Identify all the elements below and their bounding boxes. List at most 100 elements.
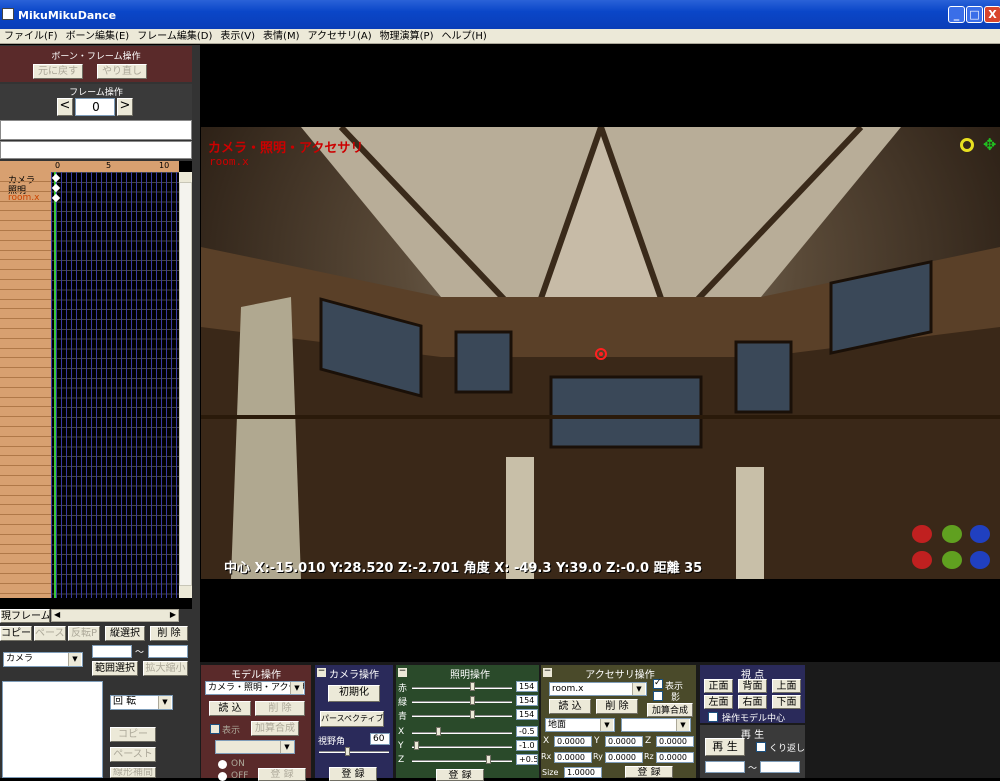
accessory-shadow-checkbox[interactable] <box>653 691 663 701</box>
view-left-button[interactable]: 左面 <box>704 695 733 709</box>
acc-z-input[interactable]: 0.0000 <box>656 736 694 747</box>
play-button[interactable]: 再 生 <box>705 738 745 756</box>
perspective-button[interactable]: パースペクティブ <box>320 711 384 727</box>
rotate-z-icon[interactable] <box>970 525 990 543</box>
title-bar[interactable]: MikuMikuDance _ □ X <box>0 0 1000 29</box>
play-end-input[interactable] <box>760 761 800 773</box>
menu-accessory[interactable]: アクセサリ(A) <box>303 29 375 44</box>
timeline-hscroll[interactable]: ◀ ▶ <box>51 609 179 622</box>
copy-button[interactable]: コピー <box>0 626 32 641</box>
light-y-thumb[interactable] <box>414 741 419 750</box>
model-register-button[interactable]: 登 録 <box>258 768 306 781</box>
fov-slider-thumb[interactable] <box>345 747 350 756</box>
light-g-thumb[interactable] <box>470 696 475 705</box>
accessory-collapse-icon[interactable]: − <box>543 667 552 677</box>
range-start-input[interactable] <box>92 645 132 658</box>
accessory-show-checkbox[interactable]: ✓ <box>653 678 663 689</box>
acc-rx-input[interactable]: 0.0000 <box>554 752 592 763</box>
accessory-bone-select[interactable] <box>621 718 691 732</box>
accessory-parent-select[interactable]: 地面 <box>545 718 615 732</box>
keyframe-grid[interactable] <box>51 172 179 598</box>
axis-rotate-gizmo[interactable] <box>910 523 990 571</box>
current-frame-button[interactable]: 現フレーム <box>0 609 50 623</box>
bone-info-field[interactable] <box>0 141 192 159</box>
reverse-paste-button[interactable]: 反転P <box>68 626 100 641</box>
zoom-icon[interactable] <box>960 138 974 152</box>
linear-interp-button[interactable]: 線形補間 <box>110 767 156 778</box>
light-r-thumb[interactable] <box>470 682 475 691</box>
range-select-button[interactable]: 範囲選択 <box>92 661 138 676</box>
menu-file[interactable]: ファイル(F) <box>0 29 62 44</box>
scale-button[interactable]: 拡大縮小 <box>143 661 188 676</box>
move-icon[interactable]: ✥ <box>983 137 999 153</box>
off-radio[interactable] <box>218 772 227 781</box>
accessory-load-button[interactable]: 読 込 <box>549 699 591 714</box>
move-z-icon[interactable] <box>970 551 990 569</box>
light-x-slider[interactable] <box>412 732 512 734</box>
light-b-slider[interactable] <box>412 715 512 717</box>
camera-init-button[interactable]: 初期化 <box>328 685 380 702</box>
menu-frame-edit[interactable]: フレーム編集(D) <box>133 29 216 44</box>
menu-expression[interactable]: 表情(M) <box>259 29 303 44</box>
timeline-vscroll[interactable] <box>179 172 192 598</box>
view-top-button[interactable]: 上面 <box>772 679 801 693</box>
acc-x-input[interactable]: 0.0000 <box>554 736 592 747</box>
camera-register-button[interactable]: 登 録 <box>329 767 377 781</box>
light-r-slider[interactable] <box>412 687 512 689</box>
light-r-input[interactable]: 154 <box>516 681 538 692</box>
move-y-icon[interactable] <box>942 551 962 569</box>
light-x-input[interactable]: -0.5 <box>516 726 538 737</box>
light-z-slider[interactable] <box>412 760 512 762</box>
undo-button[interactable]: 元に戻す <box>33 64 83 79</box>
light-y-slider[interactable] <box>412 746 512 748</box>
bone-select[interactable] <box>215 740 295 754</box>
view-front-button[interactable]: 正面 <box>704 679 733 693</box>
timeline[interactable]: 0 5 10 カメラ 照明 room.x <box>0 161 192 609</box>
rotate-x-icon[interactable] <box>912 525 932 543</box>
frame-number-input[interactable]: 0 <box>75 98 115 116</box>
next-frame-button[interactable]: > <box>117 98 133 116</box>
model-select[interactable]: カメラ・照明・アクセサリ <box>205 681 305 695</box>
move-x-icon[interactable] <box>912 551 932 569</box>
center-model-checkbox[interactable] <box>708 712 718 722</box>
acc-rz-input[interactable]: 0.0000 <box>656 752 694 763</box>
light-y-input[interactable]: -1.0 <box>516 740 538 751</box>
rotate-select[interactable]: 回 転 <box>110 695 173 710</box>
interp-paste-button[interactable]: ペースト <box>110 747 156 762</box>
vscroll-thumb[interactable] <box>179 182 192 586</box>
acc-y-input[interactable]: 0.0000 <box>605 736 643 747</box>
fov-slider[interactable] <box>319 751 389 753</box>
camera-collapse-icon[interactable]: − <box>317 667 326 677</box>
acc-ry-input[interactable]: 0.0000 <box>605 752 643 763</box>
menu-view[interactable]: 表示(V) <box>216 29 259 44</box>
delete-frame-button[interactable]: 削 除 <box>150 626 188 641</box>
light-b-input[interactable]: 154 <box>516 709 538 720</box>
play-start-input[interactable] <box>705 761 745 773</box>
on-radio[interactable] <box>218 760 227 769</box>
model-show-checkbox[interactable] <box>210 724 220 734</box>
menu-physics[interactable]: 物理演算(P) <box>376 29 438 44</box>
accessory-delete-button[interactable]: 削 除 <box>596 699 638 714</box>
model-delete-button[interactable]: 削 除 <box>255 701 305 716</box>
accessory-register-button[interactable]: 登 録 <box>625 766 673 778</box>
menu-bone-edit[interactable]: ボーン編集(E) <box>62 29 134 44</box>
model-add-blend-button[interactable]: 加算合成 <box>251 721 299 736</box>
light-collapse-icon[interactable]: − <box>398 667 407 677</box>
light-register-button[interactable]: 登 録 <box>436 769 484 781</box>
range-end-input[interactable] <box>148 645 188 658</box>
mode-select[interactable]: カメラ <box>3 652 83 667</box>
vertical-select-button[interactable]: 縦選択 <box>105 626 145 641</box>
prev-frame-button[interactable]: < <box>57 98 73 116</box>
view-bottom-button[interactable]: 下面 <box>772 695 801 709</box>
interp-copy-button[interactable]: コピー <box>110 727 156 742</box>
rotate-y-icon[interactable] <box>942 525 962 543</box>
light-b-thumb[interactable] <box>470 710 475 719</box>
accessory-select[interactable]: room.x <box>549 682 647 696</box>
fov-input[interactable]: 60 <box>370 733 390 745</box>
paste-button[interactable]: ペースト <box>34 626 66 641</box>
model-load-button[interactable]: 読 込 <box>209 701 251 716</box>
view-back-button[interactable]: 背面 <box>738 679 767 693</box>
light-x-thumb[interactable] <box>436 727 441 736</box>
light-z-thumb[interactable] <box>486 755 491 764</box>
view-right-button[interactable]: 右面 <box>738 695 767 709</box>
